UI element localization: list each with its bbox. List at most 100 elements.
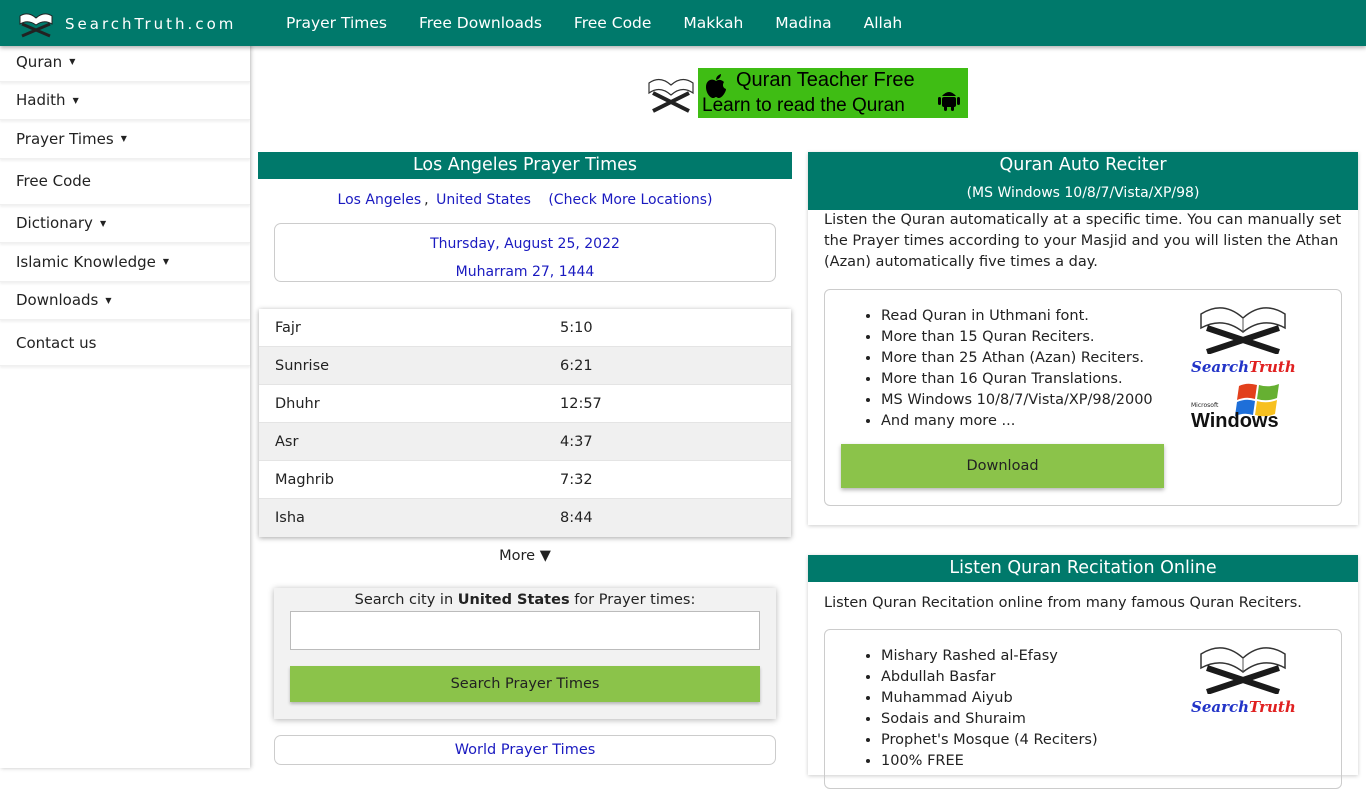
prayer-name: Asr	[275, 433, 299, 450]
listen-quran-card: Listen Quran Recitation Online Listen Qu…	[808, 555, 1358, 789]
quran-auto-reciter-card: Quran Auto Reciter (MS Windows 10/8/7/Vi…	[808, 152, 1358, 525]
site-logo[interactable]: SearchTruth.com	[16, 10, 236, 38]
sidebar-item-islamic-knowledge[interactable]: Islamic Knowledge ▼	[0, 243, 250, 282]
prayer-name: Maghrib	[275, 471, 334, 488]
nav-allah[interactable]: Allah	[848, 0, 919, 46]
auto-reciter-features-box: Read Quran in Uthmani font. More than 15…	[824, 289, 1342, 506]
world-prayer-times-link[interactable]: World Prayer Times	[274, 735, 776, 765]
reciter-list: Mishary Rashed al-Efasy Abdullah Basfar …	[881, 646, 1098, 772]
list-item: More than 25 Athan (Azan) Reciters.	[881, 348, 1153, 369]
auto-reciter-subtitle: (MS Windows 10/8/7/Vista/XP/98)	[966, 185, 1200, 201]
caret-down-icon: ▼	[105, 295, 112, 305]
caret-down-icon: ▼	[72, 95, 79, 105]
table-row: Asr 4:37	[259, 423, 791, 461]
quran-stand-icon	[648, 78, 694, 113]
prayer-times-title: Los Angeles Prayer Times	[258, 152, 792, 179]
list-item: Muhammad Aiyub	[881, 688, 1098, 709]
country-link[interactable]: United States	[436, 192, 531, 208]
sidebar-item-downloads[interactable]: Downloads ▼	[0, 282, 250, 320]
reciters-box: Mishary Rashed al-Efasy Abdullah Basfar …	[824, 629, 1342, 789]
searchtruth-logo-text: SearchTruth	[1191, 698, 1296, 716]
city-link[interactable]: Los Angeles	[338, 192, 422, 208]
prayer-name: Dhuhr	[275, 395, 320, 412]
quran-book-icon	[19, 13, 53, 38]
prayer-name: Sunrise	[275, 357, 330, 374]
table-row: Maghrib 7:32	[259, 461, 791, 499]
logo-text-search: Search	[1191, 358, 1250, 376]
sidebar-item-dictionary[interactable]: Dictionary ▼	[0, 205, 250, 243]
table-row: Dhuhr 12:57	[259, 385, 791, 423]
search-prayer-times-button[interactable]: Search Prayer Times	[290, 666, 760, 702]
list-item: MS Windows 10/8/7/Vista/XP/98/2000	[881, 390, 1153, 411]
sidebar-item-quran[interactable]: Quran ▼	[0, 43, 250, 82]
quran-teacher-banner[interactable]: Quran Teacher Free Learn to read the Qur…	[645, 68, 968, 118]
logo-text-truth: Truth	[1249, 358, 1296, 376]
logo-text-truth: Truth	[1249, 698, 1296, 716]
search-label-country: United States	[457, 592, 570, 608]
sidebar-item-label: Islamic Knowledge	[16, 252, 156, 271]
city-search-input[interactable]	[290, 611, 760, 650]
list-item: 100% FREE	[881, 751, 1098, 772]
caret-down-icon: ▼	[120, 134, 127, 144]
searchtruth-logo-text: SearchTruth	[1191, 358, 1296, 376]
list-item: More than 15 Quran Reciters.	[881, 327, 1153, 348]
location-separator: ,	[424, 192, 429, 208]
banner-ad[interactable]: Quran Teacher Free Learn to read the Qur…	[698, 68, 968, 118]
check-more-locations-link[interactable]: (Check More Locations)	[548, 192, 712, 208]
sidebar-item-free-code[interactable]: Free Code	[0, 159, 250, 205]
table-row: Isha 8:44	[259, 499, 791, 537]
windows-word: Windows	[1191, 410, 1279, 432]
top-navbar: SearchTruth.com Prayer Times Free Downlo…	[0, 0, 1366, 46]
prayer-time: 4:37	[560, 433, 593, 450]
auto-reciter-header: Quran Auto Reciter (MS Windows 10/8/7/Vi…	[808, 152, 1358, 210]
android-icon	[938, 92, 960, 111]
sidebar-item-label: Free Code	[16, 172, 91, 190]
table-row: Fajr 5:10	[259, 309, 791, 347]
logo-text-search: Search	[1191, 698, 1250, 716]
list-item: And many more ...	[881, 411, 1153, 432]
nav-makkah[interactable]: Makkah	[667, 0, 759, 46]
prayer-name: Isha	[275, 510, 305, 526]
sidebar-item-label: Downloads	[16, 291, 99, 310]
quran-stand-icon	[1200, 647, 1286, 695]
sidebar-item-label: Dictionary	[16, 214, 93, 233]
list-item: Mishary Rashed al-Efasy	[881, 646, 1098, 667]
windows-logo: Microsoft Windows	[1191, 380, 1295, 440]
banner-line-1: Quran Teacher Free	[736, 69, 915, 91]
prayer-time: 5:10	[560, 319, 593, 336]
sidebar: Quran ▼ Hadith ▼ Prayer Times ▼ Free Code D…	[0, 43, 250, 768]
banner-line-2: Learn to read the Quran	[702, 95, 905, 116]
caret-down-icon: ▼	[162, 257, 170, 267]
prayer-times-card: Los Angeles Prayer Times Los Angeles, Un…	[258, 152, 792, 772]
download-button[interactable]: Download	[841, 444, 1164, 488]
nav-free-code[interactable]: Free Code	[558, 0, 668, 46]
list-item: Sodais and Shuraim	[881, 709, 1098, 730]
sidebar-item-label: Contact us	[16, 333, 97, 352]
nav-free-downloads[interactable]: Free Downloads	[403, 0, 558, 46]
listen-quran-title: Listen Quran Recitation Online	[808, 555, 1358, 582]
caret-down-icon: ▼	[99, 218, 107, 228]
prayer-time: 6:21	[560, 357, 593, 374]
prayer-time: 7:32	[560, 471, 593, 488]
location-line: Los Angeles, United States (Check More L…	[258, 192, 792, 208]
nav-madina[interactable]: Madina	[759, 0, 847, 46]
more-toggle[interactable]: More ▼	[258, 548, 792, 564]
nav-prayer-times[interactable]: Prayer Times	[270, 0, 403, 46]
sidebar-item-label: Hadith	[16, 91, 66, 110]
table-row: Sunrise 6:21	[259, 347, 791, 385]
list-item: Prophet's Mosque (4 Reciters)	[881, 730, 1098, 751]
sidebar-item-prayer-times[interactable]: Prayer Times ▼	[0, 120, 250, 159]
brand-name: SearchTruth.com	[65, 15, 237, 33]
gregorian-date: Thursday, August 25, 2022	[430, 236, 620, 252]
list-item: Abdullah Basfar	[881, 667, 1098, 688]
prayer-time: 12:57	[560, 395, 602, 412]
sidebar-item-hadith[interactable]: Hadith ▼	[0, 82, 250, 120]
auto-reciter-title: Quran Auto Reciter	[999, 155, 1167, 175]
sidebar-item-contact-us[interactable]: Contact us	[0, 320, 250, 366]
caret-down-icon: ▼	[69, 57, 76, 67]
feature-list: Read Quran in Uthmani font. More than 15…	[881, 306, 1153, 432]
auto-reciter-description: Listen the Quran automatically at a spec…	[824, 212, 1342, 270]
searchtruth-logo: SearchTruth	[1191, 638, 1296, 716]
prayer-time: 8:44	[560, 510, 593, 526]
city-search-box: Search city in United States for Prayer …	[274, 588, 776, 719]
